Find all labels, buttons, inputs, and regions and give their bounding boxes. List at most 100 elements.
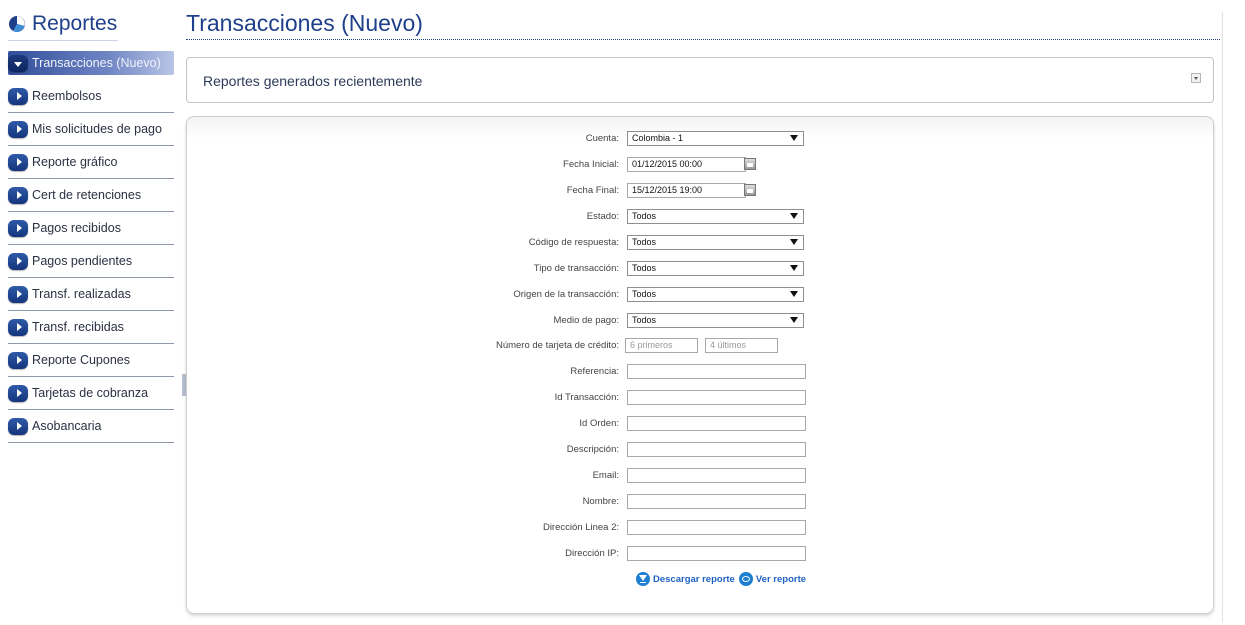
sidebar-item-label: Transacciones (Nuevo)	[32, 56, 161, 70]
codigo-label: Código de respuesta:	[528, 237, 619, 248]
calendar-icon[interactable]	[744, 158, 756, 170]
medio-value: Todos	[632, 315, 657, 325]
sidebar-item-asobancaria[interactable]: Asobancaria	[8, 410, 174, 443]
sidebar-item-cert-retenciones[interactable]: Cert de retenciones	[8, 179, 174, 212]
sidebar-item-reporte-grafico[interactable]: Reporte gráfico	[8, 146, 174, 179]
sidebar-item-reporte-cupones[interactable]: Reporte Cupones	[8, 344, 174, 377]
codigo-select[interactable]: Todos	[627, 235, 804, 250]
sidebar-item-label: Pagos recibidos	[32, 221, 121, 235]
fecha-inicial-value: 01/12/2015 00:00	[632, 159, 703, 169]
expand-toggle-icon[interactable]	[1191, 73, 1201, 83]
sidebar-item-label: Reporte gráfico	[32, 155, 118, 169]
sidebar-item-pagos-pendientes[interactable]: Pagos pendientes	[8, 245, 174, 278]
chevron-right-icon	[8, 120, 28, 138]
sidebar-item-tarjetas-cobranza[interactable]: Tarjetas de cobranza	[8, 377, 174, 410]
chevron-down-icon	[8, 54, 28, 72]
chevron-down-icon	[790, 213, 798, 219]
card-first-digits-input[interactable]: 6 primeros	[625, 338, 698, 353]
tipo-label: Tipo de transacción:	[533, 263, 619, 274]
download-report-button[interactable]: Descargar reporte	[636, 572, 735, 586]
chevron-down-icon	[790, 265, 798, 271]
sidebar-item-transf-realizadas[interactable]: Transf. realizadas	[8, 278, 174, 311]
direccion2-label: Dirección Linea 2:	[542, 522, 619, 533]
row-origen: Origen de la transacción: Todos	[187, 287, 1215, 305]
chevron-right-icon	[8, 186, 28, 204]
chevron-right-icon	[8, 153, 28, 171]
row-id-orden: Id Orden:	[187, 416, 1215, 434]
view-report-button[interactable]: Ver reporte	[738, 572, 807, 586]
sidebar-item-transf-recibidas[interactable]: Transf. recibidas	[8, 311, 174, 344]
fecha-inicial-input[interactable]: 01/12/2015 00:00	[627, 157, 746, 172]
row-referencia: Referencia:	[187, 364, 1215, 382]
chevron-right-icon	[8, 384, 28, 402]
chevron-down-icon	[790, 317, 798, 323]
id-transaccion-input[interactable]	[627, 390, 806, 405]
fecha-final-input[interactable]: 15/12/2015 19:00	[627, 183, 746, 198]
row-fecha-inicial: Fecha Inicial: 01/12/2015 00:00	[187, 157, 1215, 175]
chevron-right-icon	[8, 417, 28, 435]
row-nombre: Nombre:	[187, 494, 1215, 512]
origen-select[interactable]: Todos	[627, 287, 804, 302]
id-orden-input[interactable]	[627, 416, 806, 431]
chevron-down-icon	[790, 291, 798, 297]
calendar-icon[interactable]	[744, 184, 756, 196]
direccion-ip-input[interactable]	[627, 546, 806, 561]
medio-label: Medio de pago:	[553, 315, 620, 326]
chevron-right-icon	[8, 219, 28, 237]
page-title: Transacciones (Nuevo)	[186, 10, 423, 36]
estado-label: Estado:	[586, 211, 619, 222]
medio-select[interactable]: Todos	[627, 313, 804, 328]
row-id-transaccion: Id Transacción:	[187, 390, 1215, 408]
row-codigo: Código de respuesta: Todos	[187, 235, 1215, 253]
sidebar-item-label: Transf. recibidas	[32, 320, 124, 334]
sidebar-header: Reportes	[8, 8, 118, 41]
fecha-final-value: 15/12/2015 19:00	[632, 185, 703, 195]
cuenta-select[interactable]: Colombia - 1	[627, 131, 804, 146]
row-medio: Medio de pago: Todos	[187, 313, 1215, 331]
cuenta-value: Colombia - 1	[632, 133, 684, 143]
card-last-digits-input[interactable]: 4 últimos	[705, 338, 778, 353]
chevron-down-icon	[790, 239, 798, 245]
download-report-label: Descargar reporte	[653, 573, 735, 585]
chevron-right-icon	[8, 87, 28, 105]
sidebar-item-mis-solicitudes[interactable]: Mis solicitudes de pago	[8, 113, 174, 146]
origen-value: Todos	[632, 289, 657, 299]
email-field[interactable]	[627, 468, 806, 483]
origen-label: Origen de la transacción:	[513, 289, 619, 300]
tarjeta-label: Número de tarjeta de crédito:	[495, 340, 619, 351]
title-divider	[186, 39, 1220, 40]
referencia-input[interactable]	[627, 364, 806, 379]
card-last-placeholder: 4 últimos	[710, 340, 747, 350]
fecha-inicial-label: Fecha Inicial:	[563, 159, 619, 170]
sidebar-item-label: Reporte Cupones	[32, 353, 130, 367]
cuenta-label: Cuenta:	[585, 133, 619, 144]
estado-select[interactable]: Todos	[627, 209, 804, 224]
sidebar-item-transacciones-nuevo[interactable]: Transacciones (Nuevo)	[8, 51, 174, 75]
row-estado: Estado: Todos	[187, 209, 1215, 227]
report-actions: Descargar reporte Ver reporte	[636, 572, 810, 586]
recent-reports-panel[interactable]: Reportes generados recientemente	[186, 57, 1214, 103]
card-first-placeholder: 6 primeros	[630, 340, 673, 350]
sidebar: Reportes Transacciones (Nuevo) Reembolso…	[8, 8, 174, 443]
row-tarjeta: Número de tarjeta de crédito: 6 primeros…	[187, 338, 1215, 356]
download-icon	[636, 572, 650, 586]
descripcion-input[interactable]	[627, 442, 806, 457]
sidebar-item-reembolsos[interactable]: Reembolsos	[8, 80, 174, 113]
reports-pie-icon	[9, 16, 25, 32]
view-report-label: Ver reporte	[755, 573, 807, 585]
row-direccion2: Dirección Linea 2:	[187, 520, 1215, 538]
row-direccion-ip: Dirección IP:	[187, 546, 1215, 564]
recent-reports-label: Reportes generados recientemente	[203, 73, 423, 89]
sidebar-item-label: Reembolsos	[32, 89, 102, 103]
id-transaccion-label: Id Transacción:	[554, 392, 619, 403]
direccion2-input[interactable]	[627, 520, 806, 535]
sidebar-item-pagos-recibidos[interactable]: Pagos recibidos	[8, 212, 174, 245]
nombre-input[interactable]	[627, 494, 806, 509]
sidebar-item-label: Transf. realizadas	[32, 287, 131, 301]
direccion-ip-label: Dirección IP:	[565, 548, 619, 559]
row-email: Email:	[187, 468, 1215, 486]
tipo-select[interactable]: Todos	[627, 261, 804, 276]
sidebar-item-label: Asobancaria	[32, 419, 102, 433]
content-border	[1222, 12, 1223, 622]
row-tipo: Tipo de transacción: Todos	[187, 261, 1215, 279]
